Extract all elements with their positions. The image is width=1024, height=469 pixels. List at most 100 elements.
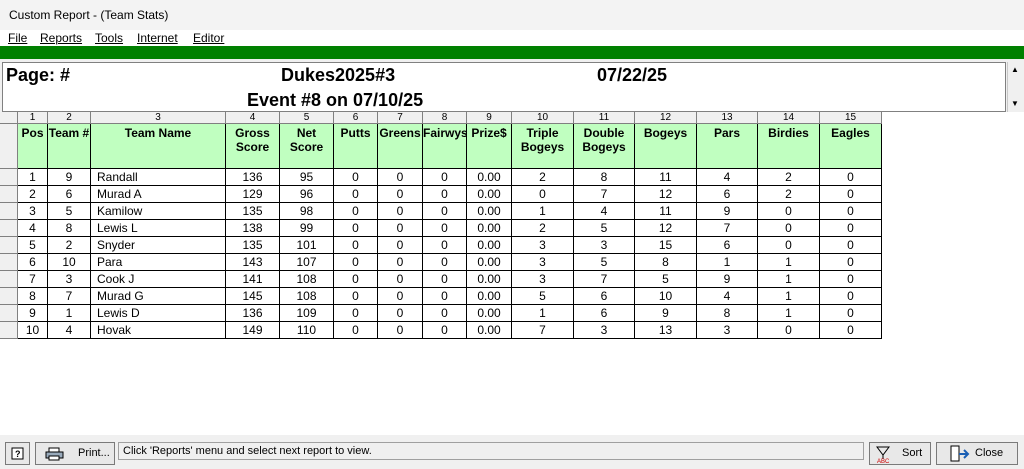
table-cell[interactable]: 109	[280, 305, 334, 322]
row-header[interactable]	[0, 237, 18, 254]
table-cell[interactable]: 11	[635, 169, 697, 186]
table-cell[interactable]: 8	[574, 169, 635, 186]
table-cell[interactable]: 1	[18, 169, 48, 186]
table-cell[interactable]: Randall	[91, 169, 226, 186]
table-cell[interactable]: 99	[280, 220, 334, 237]
table-cell[interactable]: 0	[378, 220, 423, 237]
row-header[interactable]	[0, 169, 18, 186]
table-cell[interactable]: 6	[18, 254, 48, 271]
table-cell[interactable]: 0	[820, 254, 882, 271]
table-cell[interactable]: 138	[226, 220, 280, 237]
table-cell[interactable]: 0	[423, 271, 467, 288]
menu-internet[interactable]: Internet	[137, 31, 178, 45]
header-scrollbar[interactable]: ▲ ▼	[1007, 62, 1022, 112]
table-cell[interactable]: 8	[697, 305, 758, 322]
column-header-7[interactable]: Greens	[378, 124, 423, 169]
row-header[interactable]	[0, 271, 18, 288]
table-cell[interactable]: 0	[378, 305, 423, 322]
table-cell[interactable]: 0.00	[467, 271, 512, 288]
menu-editor[interactable]: Editor	[193, 31, 224, 45]
table-cell[interactable]: 7	[697, 220, 758, 237]
table-cell[interactable]: 0	[334, 169, 378, 186]
table-cell[interactable]: 4	[697, 288, 758, 305]
table-cell[interactable]: 12	[635, 186, 697, 203]
table-cell[interactable]: 0	[423, 203, 467, 220]
table-cell[interactable]: 7	[574, 271, 635, 288]
table-cell[interactable]: 0	[820, 322, 882, 339]
table-cell[interactable]: 5	[574, 254, 635, 271]
menu-reports[interactable]: Reports	[40, 31, 82, 45]
row-header[interactable]	[0, 220, 18, 237]
close-button[interactable]: Close	[936, 442, 1018, 465]
table-cell[interactable]: 0	[378, 271, 423, 288]
table-cell[interactable]: 1	[758, 288, 820, 305]
table-cell[interactable]: 3	[574, 322, 635, 339]
table-cell[interactable]: 2	[512, 220, 574, 237]
table-cell[interactable]: 0	[758, 237, 820, 254]
table-cell[interactable]: 0	[820, 288, 882, 305]
table-cell[interactable]: 0.00	[467, 220, 512, 237]
column-header-12[interactable]: Bogeys	[635, 124, 697, 169]
table-cell[interactable]: 0	[423, 186, 467, 203]
table-cell[interactable]: 108	[280, 288, 334, 305]
table-cell[interactable]: 0.00	[467, 237, 512, 254]
table-cell[interactable]: 149	[226, 322, 280, 339]
table-cell[interactable]: 5	[635, 271, 697, 288]
table-cell[interactable]: 0	[378, 322, 423, 339]
table-cell[interactable]: 6	[574, 305, 635, 322]
table-cell[interactable]: 6	[48, 186, 91, 203]
table-cell[interactable]: 7	[574, 186, 635, 203]
table-cell[interactable]: 3	[512, 237, 574, 254]
row-header[interactable]	[0, 186, 18, 203]
table-cell[interactable]: 3	[18, 203, 48, 220]
row-header[interactable]	[0, 124, 18, 169]
scroll-down-icon[interactable]: ▼	[1011, 99, 1019, 108]
table-cell[interactable]: 136	[226, 305, 280, 322]
table-cell[interactable]: 3	[574, 237, 635, 254]
help-button[interactable]: ?	[5, 442, 30, 465]
table-cell[interactable]: 0	[820, 169, 882, 186]
table-cell[interactable]: 0	[423, 169, 467, 186]
table-cell[interactable]: Kamilow	[91, 203, 226, 220]
table-cell[interactable]: 9	[18, 305, 48, 322]
column-number-7[interactable]: 7	[378, 112, 423, 124]
table-cell[interactable]: 7	[512, 322, 574, 339]
column-header-14[interactable]: Birdies	[758, 124, 820, 169]
table-cell[interactable]: 10	[48, 254, 91, 271]
scroll-up-icon[interactable]: ▲	[1011, 65, 1019, 74]
table-cell[interactable]: 2	[758, 169, 820, 186]
column-header-5[interactable]: Net Score	[280, 124, 334, 169]
table-cell[interactable]: 8	[635, 254, 697, 271]
table-cell[interactable]: 3	[512, 254, 574, 271]
table-cell[interactable]: 0	[334, 271, 378, 288]
row-header[interactable]	[0, 254, 18, 271]
table-cell[interactable]: 136	[226, 169, 280, 186]
table-cell[interactable]: 0	[820, 237, 882, 254]
print-button[interactable]: Print...	[35, 442, 115, 465]
table-cell[interactable]: 9	[697, 271, 758, 288]
table-cell[interactable]: Lewis L	[91, 220, 226, 237]
column-header-9[interactable]: Prize$	[467, 124, 512, 169]
table-cell[interactable]: 2	[18, 186, 48, 203]
table-cell[interactable]: 7	[48, 288, 91, 305]
table-cell[interactable]: 10	[635, 288, 697, 305]
table-cell[interactable]: 0	[758, 203, 820, 220]
table-cell[interactable]: 4	[697, 169, 758, 186]
table-cell[interactable]: 9	[48, 169, 91, 186]
table-cell[interactable]: 0.00	[467, 254, 512, 271]
table-cell[interactable]: 145	[226, 288, 280, 305]
table-cell[interactable]: 5	[48, 203, 91, 220]
table-cell[interactable]: 0	[334, 254, 378, 271]
column-header-10[interactable]: Triple Bogeys	[512, 124, 574, 169]
table-cell[interactable]: 0	[334, 186, 378, 203]
table-cell[interactable]: 4	[48, 322, 91, 339]
column-number-5[interactable]: 5	[280, 112, 334, 124]
table-cell[interactable]: 0	[378, 169, 423, 186]
table-cell[interactable]: 0.00	[467, 305, 512, 322]
table-cell[interactable]: 96	[280, 186, 334, 203]
table-cell[interactable]: 0	[334, 322, 378, 339]
table-cell[interactable]: 1	[697, 254, 758, 271]
sort-button[interactable]: ABC Sort	[869, 442, 931, 465]
table-cell[interactable]: 0	[378, 288, 423, 305]
table-cell[interactable]: 0	[423, 305, 467, 322]
